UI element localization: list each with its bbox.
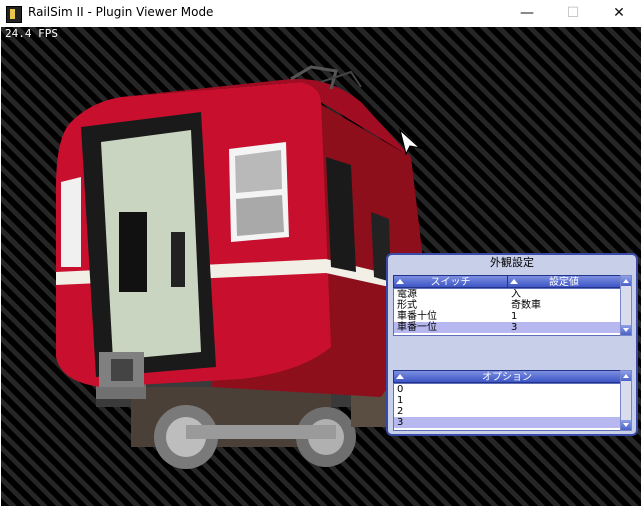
scroll-down-icon[interactable] [621, 420, 631, 430]
option-item[interactable]: 0 [394, 384, 620, 395]
panel-title: 外観設定 [490, 256, 534, 269]
sort-up-icon [396, 279, 404, 284]
maximize-button[interactable]: ☐ [550, 0, 596, 27]
minimize-button[interactable]: — [504, 0, 550, 27]
window-title: RailSim II - Plugin Viewer Mode [28, 5, 214, 19]
options-list-scrollbar[interactable] [620, 370, 632, 431]
title-bar: RailSim II - Plugin Viewer Mode — ☐ ✕ [0, 0, 642, 27]
switch-list-scrollbar[interactable] [620, 275, 632, 336]
scroll-down-icon[interactable] [621, 325, 631, 335]
close-button[interactable]: ✕ [596, 0, 642, 27]
mouse-cursor-icon [398, 128, 423, 156]
switch-list[interactable]: 電源 入 形式 奇数車 車番十位 1 車番一位 3 [393, 288, 621, 336]
switch-row[interactable]: 電源 入 [394, 289, 620, 300]
option-item-selected[interactable]: 3 [394, 417, 620, 428]
3d-viewport[interactable]: 24.4 FPS 外観設定 スイッチ 設定値 電源 入 形式 奇数車 車番十位 … [1, 27, 641, 506]
sort-up-icon [510, 279, 518, 284]
scroll-up-icon[interactable] [621, 371, 631, 381]
options-header[interactable]: オプション [393, 370, 621, 383]
app-icon [6, 6, 22, 23]
appearance-settings-panel: 外観設定 スイッチ 設定値 電源 入 形式 奇数車 車番十位 1 車番一位 3 … [386, 253, 638, 436]
options-list[interactable]: 0 1 2 3 [393, 383, 621, 431]
switch-row[interactable]: 形式 奇数車 [394, 300, 620, 311]
value-column-header[interactable]: 設定値 [507, 275, 621, 288]
option-item[interactable]: 2 [394, 406, 620, 417]
switch-column-header[interactable]: スイッチ [393, 275, 508, 288]
switch-row[interactable]: 車番十位 1 [394, 311, 620, 322]
sort-up-icon [396, 374, 404, 379]
scroll-up-icon[interactable] [621, 276, 631, 286]
switch-row-selected[interactable]: 車番一位 3 [394, 322, 620, 333]
option-item[interactable]: 1 [394, 395, 620, 406]
